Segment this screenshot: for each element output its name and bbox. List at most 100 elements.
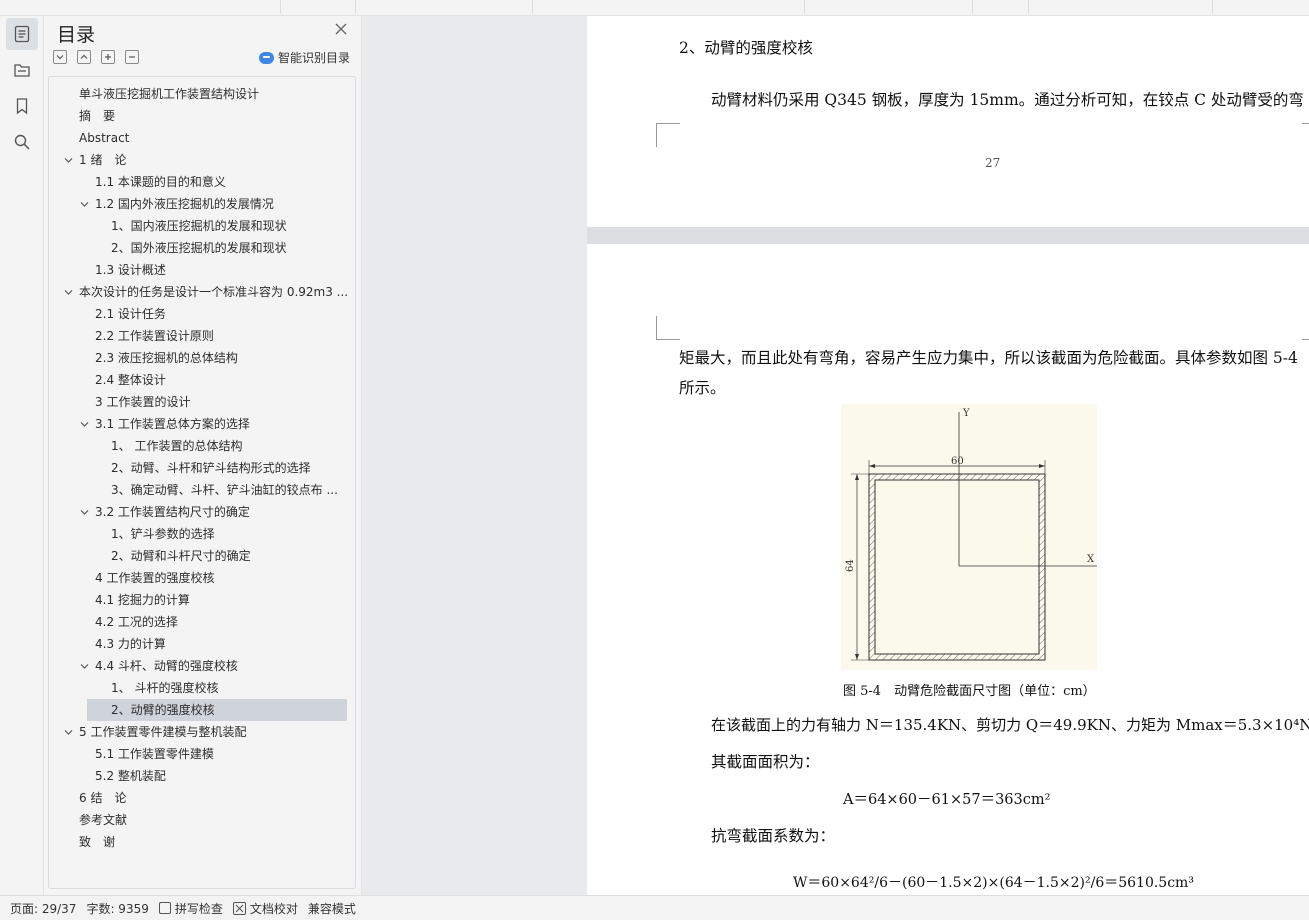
toc-item[interactable]: 5.1 工作装置零件建模: [49, 743, 355, 765]
status-bar: 页面: 29/37 字数: 9359 拼写检查 文档校对 兼容模式: [0, 895, 1309, 920]
page-corner-mark: [656, 316, 680, 340]
toc-item[interactable]: 2、国外液压挖掘机的发展和现状: [49, 237, 355, 259]
expand-next-button[interactable]: [53, 50, 67, 64]
navigation-pane-button[interactable]: [6, 54, 38, 86]
toc-item[interactable]: 4.2 工况的选择: [49, 611, 355, 633]
toc-item[interactable]: 1 绪 论: [49, 149, 355, 171]
figure-caption: 图 5-4 动臂危险截面尺寸图（单位：cm）: [843, 684, 1096, 699]
search-button[interactable]: [6, 126, 38, 158]
paragraph-text: 所示。: [679, 379, 726, 397]
toc-item[interactable]: 2、动臂和斗杆尺寸的确定: [49, 545, 355, 567]
close-icon[interactable]: [334, 22, 348, 36]
toc-item-label: 5.1 工作装置零件建模: [95, 747, 214, 761]
proofread-icon: [232, 901, 246, 915]
toc-list-container: 单斗液压挖掘机工作装置结构设计摘 要 Abstract 1 绪 论 1.1 本课题的目…: [48, 76, 356, 889]
toc-item-label: 2、国外液压挖掘机的发展和现状: [111, 241, 287, 255]
toc-item-label: 单斗液压挖掘机工作装置结构设计: [79, 87, 260, 101]
toc-item[interactable]: 4 工作装置的强度校核: [49, 567, 355, 589]
toc-item-label: 2.1 设计任务: [95, 307, 166, 321]
toc-item[interactable]: 本次设计的任务是设计一个标准斗容为 0.92m3 ...: [49, 281, 355, 303]
toc-item[interactable]: 摘 要: [49, 105, 355, 127]
chevron-down-icon[interactable]: [80, 200, 89, 209]
toc-item[interactable]: 3.1 工作装置总体方案的选择: [49, 413, 355, 435]
toolbar-divider: [1212, 0, 1213, 14]
cross-section-drawing: Y X 60 64: [845, 408, 1097, 661]
collapse-prev-button[interactable]: [77, 50, 91, 64]
list-icon: [14, 25, 30, 43]
toc-item[interactable]: 4.4 斗杆、动臂的强度校核: [49, 655, 355, 677]
toc-item-label: 1、 斗杆的强度校核: [111, 681, 219, 695]
chevron-down-icon[interactable]: [80, 662, 89, 671]
bookmark-icon: [16, 98, 28, 115]
chevron-down-icon[interactable]: [64, 156, 73, 165]
expand-all-button[interactable]: [101, 50, 115, 64]
toc-list: 单斗液压挖掘机工作装置结构设计摘 要 Abstract 1 绪 论 1.1 本课题的目…: [49, 83, 355, 853]
toc-item[interactable]: 1、国内液压挖掘机的发展和现状: [49, 215, 355, 237]
toc-item[interactable]: 参考文献: [49, 809, 355, 831]
toc-item[interactable]: Abstract: [49, 127, 355, 149]
page-indicator[interactable]: 页面: 29/37: [10, 900, 76, 917]
toc-item-label: 3.2 工作装置结构尺寸的确定: [95, 505, 250, 519]
spell-check-button[interactable]: 拼写检查: [158, 900, 223, 917]
word-count[interactable]: 字数: 9359: [86, 900, 148, 917]
toc-item-label: 4.1 挖掘力的计算: [95, 593, 190, 607]
toc-item-label: 1 绪 论: [79, 153, 127, 167]
toc-item-label: 4 工作装置的强度校核: [95, 571, 215, 585]
toc-item[interactable]: 5.2 整机装配: [49, 765, 355, 787]
toc-item[interactable]: 2、动臂的强度校核: [87, 699, 347, 721]
chevron-up-icon: [80, 54, 88, 59]
toc-item[interactable]: 5 工作装置零件建模与整机装配: [49, 721, 355, 743]
toc-item[interactable]: 1.1 本课题的目的和意义: [49, 171, 355, 193]
chevron-down-icon[interactable]: [80, 420, 89, 429]
document-page: 矩最大，而且此处有弯角，容易产生应力集中，所以该截面为危险截面。具体参数如图 5…: [587, 244, 1309, 895]
toc-item[interactable]: 1、 斗杆的强度校核: [49, 677, 355, 699]
side-rail: [0, 16, 44, 895]
page-corner-mark: [656, 123, 680, 147]
toc-item[interactable]: 2.3 液压挖掘机的总体结构: [49, 347, 355, 369]
top-toolbar-strip: [0, 0, 1309, 16]
toc-item[interactable]: 2.4 整体设计: [49, 369, 355, 391]
toc-item-label: 摘 要: [79, 109, 116, 123]
toc-item-label: 3 工作装置的设计: [95, 395, 191, 409]
chevron-down-icon[interactable]: [64, 288, 73, 297]
toc-item[interactable]: 1.3 设计概述: [49, 259, 355, 281]
toc-item-label: 2、动臂、斗杆和铲斗结构形式的选择: [111, 461, 311, 475]
toc-item-label: 本次设计的任务是设计一个标准斗容为 0.92m3 ...: [79, 285, 349, 299]
toc-item[interactable]: 6 结 论: [49, 787, 355, 809]
toc-item[interactable]: 1、铲斗参数的选择: [49, 523, 355, 545]
toc-item-label: 5.2 整机装配: [95, 769, 166, 783]
toc-item[interactable]: 4.1 挖掘力的计算: [49, 589, 355, 611]
width-dimension-label: 60: [951, 456, 964, 467]
proofread-button[interactable]: 文档校对: [232, 900, 298, 917]
toc-item[interactable]: 单斗液压挖掘机工作装置结构设计: [49, 83, 355, 105]
toc-item-label: Abstract: [79, 131, 130, 145]
chevron-down-icon[interactable]: [64, 728, 73, 737]
document-view[interactable]: 2、动臂的强度校核 动臂材料仍采用 Q345 钢板，厚度为 15mm。通过分析可…: [362, 16, 1309, 895]
axis-label-y: Y: [962, 408, 970, 419]
toc-item[interactable]: 4.3 力的计算: [49, 633, 355, 655]
collapse-all-button[interactable]: [125, 50, 139, 64]
cross-section-figure: Y X 60 64: [841, 404, 1097, 670]
toc-item[interactable]: 2.2 工作装置设计原则: [49, 325, 355, 347]
toc-item[interactable]: 2、动臂、斗杆和铲斗结构形式的选择: [49, 457, 355, 479]
smart-toc-button[interactable]: 智能识别目录: [259, 49, 350, 66]
toc-item[interactable]: 3、确定动臂、斗杆、铲斗油缸的铰点布 ...: [49, 479, 355, 501]
toc-item[interactable]: 3 工作装置的设计: [49, 391, 355, 413]
section-modulus-equation: W＝60×64²/6－(60－1.5×2)×(64－1.5×2)²/6＝5610…: [793, 875, 1194, 891]
toc-panel-button[interactable]: [6, 18, 38, 50]
bookmark-button[interactable]: [6, 90, 38, 122]
spell-check-label: 拼写检查: [174, 901, 223, 916]
toc-item[interactable]: 1、 工作装置的总体结构: [49, 435, 355, 457]
page-separator: [587, 227, 1309, 244]
toc-item[interactable]: 1.2 国内外液压挖掘机的发展情况: [49, 193, 355, 215]
section-modulus-intro: 抗弯截面系数为：: [711, 827, 836, 845]
toc-item-label: 致 谢: [79, 835, 116, 849]
toc-item[interactable]: 致 谢: [49, 831, 355, 853]
toolbar-divider: [280, 0, 281, 14]
toc-item[interactable]: 3.2 工作装置结构尺寸的确定: [49, 501, 355, 523]
chevron-down-icon[interactable]: [80, 508, 89, 517]
toc-item[interactable]: 2.1 设计任务: [49, 303, 355, 325]
toc-item-label: 5 工作装置零件建模与整机装配: [79, 725, 247, 739]
toolbar-divider: [532, 0, 533, 14]
toc-item-label: 1.2 国内外液压挖掘机的发展情况: [95, 197, 274, 211]
